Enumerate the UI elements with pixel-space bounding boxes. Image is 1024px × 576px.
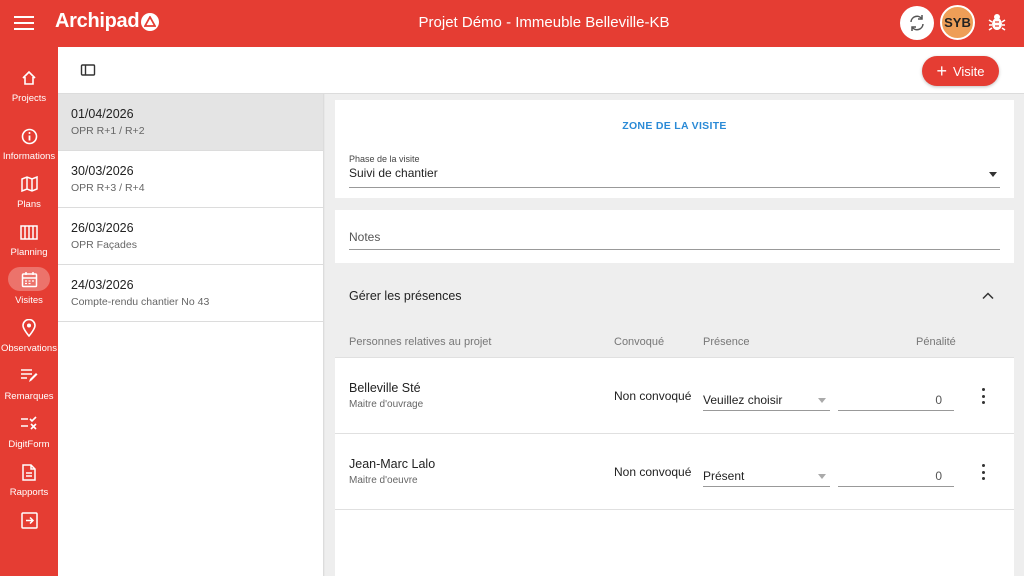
caret-down-icon <box>989 172 997 177</box>
column-header-person: Personnes relatives au projet <box>349 336 492 348</box>
visit-date: 01/04/2026 <box>71 107 134 121</box>
add-visit-label: Visite <box>952 63 985 79</box>
attendee-role: Maitre d'oeuvre <box>349 475 418 486</box>
visit-subtitle: OPR R+1 / R+2 <box>71 125 145 137</box>
column-header-penalty: Pénalité <box>916 336 956 348</box>
presence-value: Présent <box>703 469 745 483</box>
visit-detail-panel: ZONE DE LA VISITE Phase de la visite Sui… <box>325 94 1024 576</box>
bug-report-icon[interactable] <box>986 11 1008 33</box>
attendee-name: Belleville Sté <box>349 381 421 395</box>
nav-label: DigitForm <box>8 439 50 450</box>
visit-list-item[interactable]: 01/04/2026 OPR R+1 / R+2 <box>58 94 323 151</box>
nav-observations[interactable]: Observations <box>0 317 58 361</box>
checklist-icon <box>14 413 44 435</box>
nav-visites[interactable]: Visites <box>0 267 58 311</box>
phase-select[interactable]: Suivi de chantier <box>349 166 1000 188</box>
user-avatar[interactable]: SYB <box>940 5 975 40</box>
sync-icon <box>910 15 924 31</box>
nav-plans[interactable]: Plans <box>0 173 58 217</box>
zone-link[interactable]: ZONE DE LA VISITE <box>335 120 1014 132</box>
visit-date: 26/03/2026 <box>71 221 134 235</box>
attendee-row: Belleville Sté Maitre d'ouvrage Non conv… <box>335 357 1014 433</box>
visit-subtitle: OPR Façades <box>71 239 137 251</box>
penalty-input[interactable]: 0 <box>838 389 954 411</box>
nav-label: Remarques <box>4 391 54 402</box>
nav-projects[interactable]: Projects <box>0 67 58 111</box>
nav-logout[interactable] <box>0 509 58 553</box>
more-options-icon[interactable] <box>979 464 987 480</box>
nav-rapports[interactable]: Rapports <box>0 461 58 505</box>
nav-planning[interactable]: Planning <box>0 221 58 265</box>
side-navigation: Projects Informations Plans Planning Vis… <box>0 47 58 576</box>
add-visit-button[interactable]: + Visite <box>922 56 999 86</box>
visit-list-item[interactable]: 26/03/2026 OPR Façades <box>58 208 323 265</box>
nav-label: Projects <box>11 93 47 104</box>
logout-icon <box>14 509 44 531</box>
visit-date: 30/03/2026 <box>71 164 134 178</box>
notes-input[interactable]: Notes <box>349 230 1000 250</box>
visit-subtitle: OPR R+3 / R+4 <box>71 182 145 194</box>
column-header-presence: Présence <box>703 336 750 348</box>
attendee-role: Maitre d'ouvrage <box>349 399 424 410</box>
content-toolbar: + Visite <box>58 47 1024 94</box>
attendee-list-footer <box>335 509 1014 576</box>
nav-label: Visites <box>15 295 43 306</box>
visit-list: 01/04/2026 OPR R+1 / R+2 30/03/2026 OPR … <box>58 94 324 576</box>
presences-card: Gérer les présences Personnes relatives … <box>335 275 1014 576</box>
project-title: Projet Démo - Immeuble Belleville-KB <box>418 14 670 31</box>
zone-card: ZONE DE LA VISITE Phase de la visite Sui… <box>335 100 1014 198</box>
attendee-name: Jean-Marc Lalo <box>349 457 436 471</box>
nav-digitform[interactable]: DigitForm <box>0 413 58 457</box>
column-header-convoque: Convoqué <box>614 336 665 348</box>
info-icon <box>14 125 44 147</box>
visit-date: 24/03/2026 <box>71 278 134 292</box>
convocation-status: Non convoqué <box>614 389 692 403</box>
edit-note-icon <box>14 365 44 387</box>
convocation-status: Non convoqué <box>614 465 692 479</box>
phase-value: Suivi de chantier <box>349 166 438 180</box>
map-icon <box>14 173 44 195</box>
calendar-icon <box>8 267 50 291</box>
visit-list-item[interactable]: 30/03/2026 OPR R+3 / R+4 <box>58 151 323 208</box>
nav-label: Observations <box>1 343 57 354</box>
plus-icon: + <box>936 61 947 81</box>
nav-label: Plans <box>17 199 41 210</box>
notes-card: Notes <box>335 210 1014 263</box>
document-icon <box>14 461 44 483</box>
top-app-bar: Archipad Projet Démo - Immeuble Bellevil… <box>0 0 1024 47</box>
presence-select[interactable]: Veuillez choisir <box>703 389 830 411</box>
attendee-row: Jean-Marc Lalo Maitre d'oeuvre Non convo… <box>335 433 1014 509</box>
phase-label: Phase de la visite <box>349 154 420 164</box>
nav-label: Informations <box>2 151 56 162</box>
visit-subtitle: Compte-rendu chantier No 43 <box>71 296 210 308</box>
home-icon <box>14 67 44 89</box>
nav-remarques[interactable]: Remarques <box>0 365 58 409</box>
visit-list-item[interactable]: 24/03/2026 Compte-rendu chantier No 43 <box>58 265 323 322</box>
nav-label: Planning <box>10 247 48 258</box>
sync-button[interactable] <box>900 6 934 40</box>
presences-title: Gérer les présences <box>349 289 462 303</box>
planning-icon <box>14 221 44 243</box>
location-pin-icon <box>14 317 44 339</box>
caret-down-icon <box>818 474 826 479</box>
sidebar-toggle-icon[interactable] <box>80 62 96 78</box>
caret-down-icon <box>818 398 826 403</box>
more-options-icon[interactable] <box>979 388 987 404</box>
penalty-input[interactable]: 0 <box>838 465 954 487</box>
chevron-up-icon[interactable] <box>981 289 995 303</box>
nav-label: Rapports <box>9 487 49 498</box>
presence-select[interactable]: Présent <box>703 465 830 487</box>
nav-informations[interactable]: Informations <box>0 125 58 169</box>
presence-value: Veuillez choisir <box>703 393 783 407</box>
